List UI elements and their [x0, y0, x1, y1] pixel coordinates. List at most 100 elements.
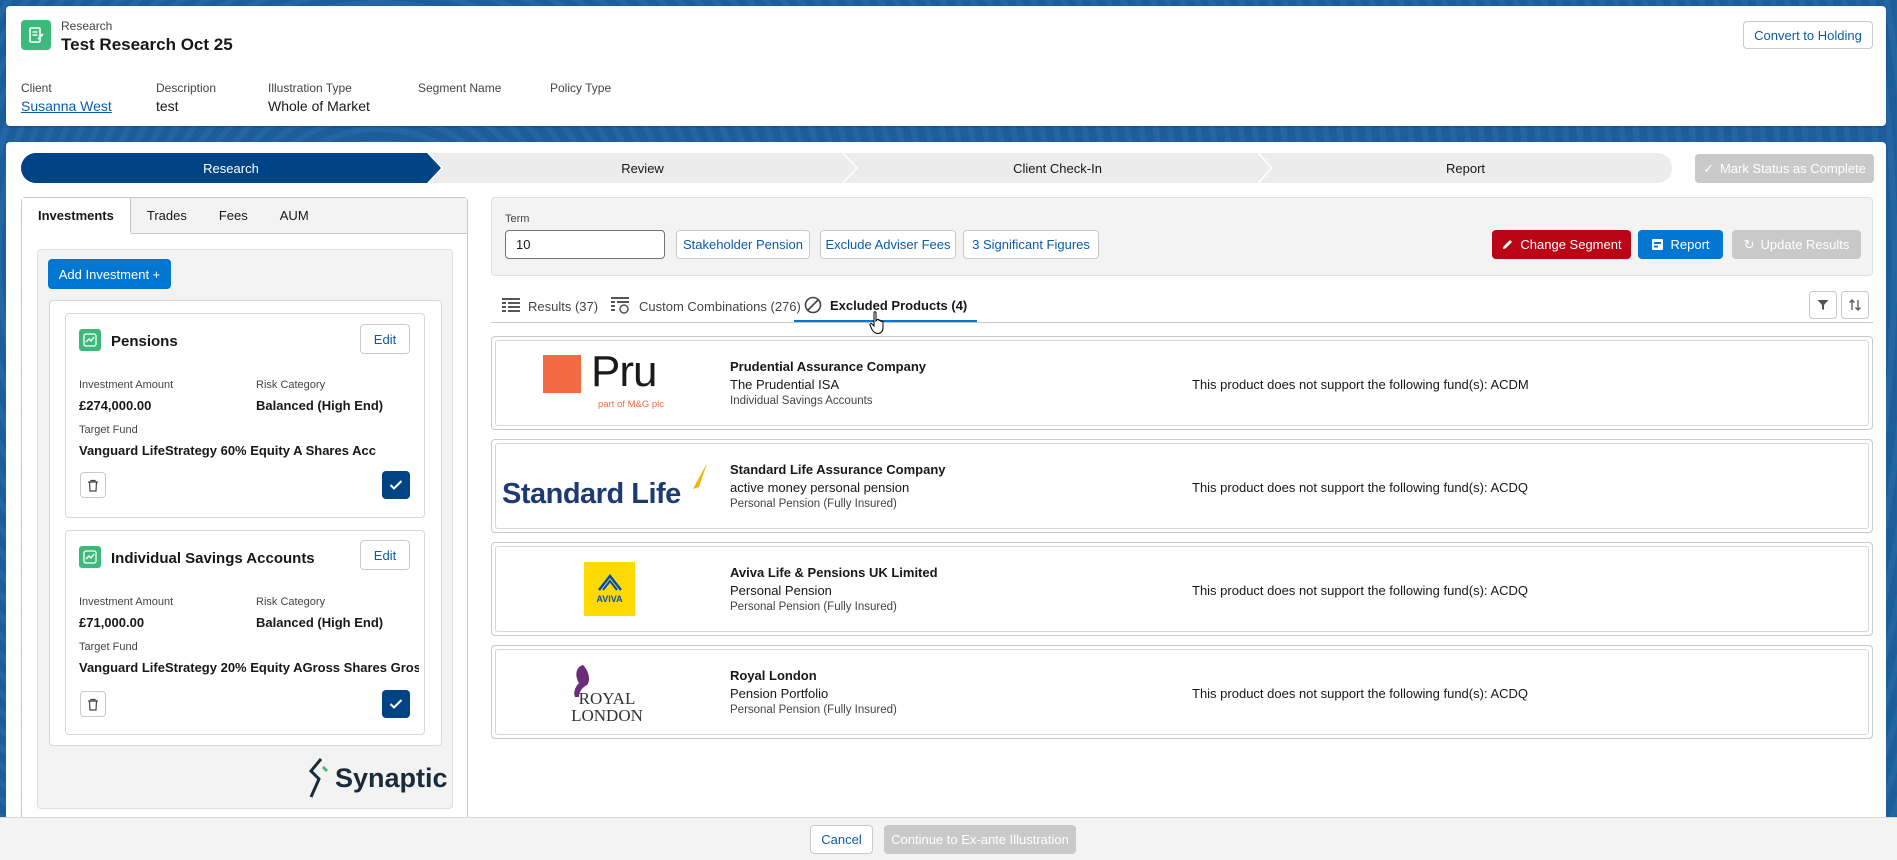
- pencil-icon: [1503, 240, 1513, 249]
- tab-investments[interactable]: Investments: [22, 198, 131, 234]
- excluded-product-row: Standard Life Standard Life Assurance Co…: [491, 439, 1873, 533]
- client-link[interactable]: Susanna West: [21, 98, 112, 114]
- path-step-research[interactable]: Research: [21, 153, 441, 183]
- description-value: test: [156, 98, 179, 114]
- product-type: Personal Pension (Fully Insured): [730, 601, 897, 613]
- edit-button[interactable]: Edit: [360, 324, 410, 354]
- left-tabs: Investments Trades Fees AUM: [22, 198, 467, 234]
- filter-button[interactable]: [1809, 291, 1837, 319]
- change-segment-label: Change Segment: [1520, 237, 1622, 252]
- investment-card: Pensions Edit Investment Amount £274,000…: [65, 313, 425, 518]
- description-field: Description test: [156, 81, 216, 114]
- select-checkbox[interactable]: [382, 471, 410, 499]
- tab-results[interactable]: Results (37): [502, 290, 598, 322]
- tab-fees[interactable]: Fees: [203, 198, 264, 233]
- target-fund-value: Vanguard LifeStrategy 20% Equity AGross …: [79, 660, 419, 675]
- policy-type-label: Policy Type: [550, 81, 612, 95]
- change-segment-button[interactable]: Change Segment: [1492, 230, 1631, 259]
- risk-category-value: Balanced (High End): [256, 615, 384, 630]
- select-checkbox[interactable]: [382, 690, 410, 718]
- report-label: Report: [1670, 237, 1710, 252]
- pru-logo-square: [543, 355, 581, 393]
- target-fund-value: Vanguard LifeStrategy 60% Equity A Share…: [79, 443, 376, 458]
- edit-button[interactable]: Edit: [360, 540, 410, 570]
- continue-button[interactable]: Continue to Ex-ante Illustration: [884, 825, 1076, 854]
- tab-aum[interactable]: AUM: [264, 198, 325, 233]
- exclusion-reason: This product does not support the follow…: [1192, 583, 1529, 598]
- add-investment-button[interactable]: Add Investment +: [48, 259, 171, 289]
- product-type: Personal Pension (Fully Insured): [730, 498, 897, 510]
- illustration-type-label: Illustration Type: [268, 81, 352, 95]
- table-icon: [502, 298, 520, 312]
- update-results-label: Update Results: [1760, 237, 1850, 252]
- investment-card: Individual Savings Accounts Edit Investm…: [65, 530, 425, 735]
- synaptic-wordmark: Synaptic: [335, 762, 448, 793]
- standard-life-flare-icon: [693, 463, 707, 489]
- trash-icon: [88, 698, 98, 711]
- tab-excluded-products-label: Excluded Products (4): [830, 297, 968, 313]
- exclusion-reason: This product does not support the follow…: [1192, 377, 1529, 392]
- check-icon: ✓: [1703, 160, 1714, 176]
- convert-to-holding-button[interactable]: Convert to Holding: [1743, 21, 1873, 49]
- risk-category-value: Balanced (High End): [256, 398, 384, 413]
- filter-icon: [1817, 300, 1829, 310]
- royal-london-logo-line1: ROYAL: [578, 689, 636, 708]
- stakeholder-pension-button[interactable]: Stakeholder Pension: [676, 230, 810, 259]
- check-icon: [389, 699, 403, 709]
- pru-logo-subtext: part of M&G plc: [598, 399, 664, 410]
- delete-button[interactable]: [80, 691, 106, 717]
- company-name: Aviva Life & Pensions UK Limited: [730, 565, 938, 580]
- target-fund-label: Target Fund: [79, 641, 138, 653]
- report-button[interactable]: Report: [1638, 230, 1723, 259]
- excluded-product-row: AVIVA Aviva Life & Pensions UK Limited P…: [491, 542, 1873, 636]
- product-name: The Prudential ISA: [730, 377, 840, 392]
- product-type: Individual Savings Accounts: [730, 395, 873, 407]
- record-header: Research Test Research Oct 25 Convert to…: [6, 6, 1886, 126]
- product-name: Personal Pension: [730, 583, 832, 598]
- object-label: Research: [61, 19, 113, 33]
- aviva-logo: AVIVA: [584, 562, 635, 616]
- path-step-client-check-in[interactable]: Client Check-In: [844, 153, 1271, 183]
- target-fund-label: Target Fund: [79, 424, 138, 436]
- tab-results-label: Results (37): [528, 298, 599, 314]
- excluded-product-row: ROYAL LONDON Royal London Pension Portfo…: [491, 645, 1873, 739]
- cancel-button[interactable]: Cancel: [810, 825, 873, 854]
- tab-custom-combinations[interactable]: Custom Combinations (276): [611, 290, 801, 322]
- risk-category-label: Risk Category: [256, 379, 326, 391]
- synaptic-mark-icon: [308, 758, 329, 798]
- illustration-type-field: Illustration Type Whole of Market: [268, 81, 370, 114]
- ban-icon: [804, 296, 822, 314]
- tab-trades[interactable]: Trades: [131, 198, 203, 233]
- path-step-report[interactable]: Report: [1259, 153, 1672, 183]
- term-label: Term: [505, 213, 530, 225]
- mark-status-complete-button[interactable]: ✓ Mark Status as Complete: [1695, 154, 1874, 183]
- path-step-review[interactable]: Review: [429, 153, 856, 183]
- status-path: Research Review Client Check-In Report: [21, 153, 1672, 183]
- tab-custom-combinations-label: Custom Combinations (276): [639, 298, 801, 314]
- risk-category-label: Risk Category: [256, 596, 326, 608]
- delete-button[interactable]: [80, 472, 106, 498]
- aviva-emblem-icon: [597, 574, 622, 591]
- aviva-logo-text: AVIVA: [596, 594, 623, 604]
- company-name: Prudential Assurance Company: [730, 359, 927, 374]
- investment-amount-label: Investment Amount: [79, 596, 174, 608]
- company-name: Standard Life Assurance Company: [730, 462, 946, 477]
- research-record-icon: [21, 20, 51, 50]
- term-input[interactable]: 10: [505, 230, 665, 259]
- sort-icon: [1849, 299, 1861, 311]
- growth-chart-icon: [79, 329, 101, 351]
- update-results-button[interactable]: ↻ Update Results: [1732, 230, 1861, 259]
- company-name: Royal London: [730, 668, 817, 683]
- product-name: Pension Portfolio: [730, 686, 829, 701]
- significant-figures-button[interactable]: 3 Significant Figures: [963, 230, 1099, 259]
- policy-type-field: Policy Type: [550, 81, 611, 95]
- refresh-icon: ↻: [1743, 236, 1755, 252]
- exclude-adviser-fees-button[interactable]: Exclude Adviser Fees: [820, 230, 956, 259]
- pru-logo-text: Pru: [591, 347, 657, 396]
- hand-cursor-icon: [869, 311, 884, 335]
- sort-button[interactable]: [1841, 291, 1869, 319]
- product-type: Personal Pension (Fully Insured): [730, 704, 897, 716]
- table-settings-icon: [611, 297, 629, 314]
- product-name: active money personal pension: [730, 480, 910, 495]
- segment-name-field: Segment Name: [418, 81, 501, 95]
